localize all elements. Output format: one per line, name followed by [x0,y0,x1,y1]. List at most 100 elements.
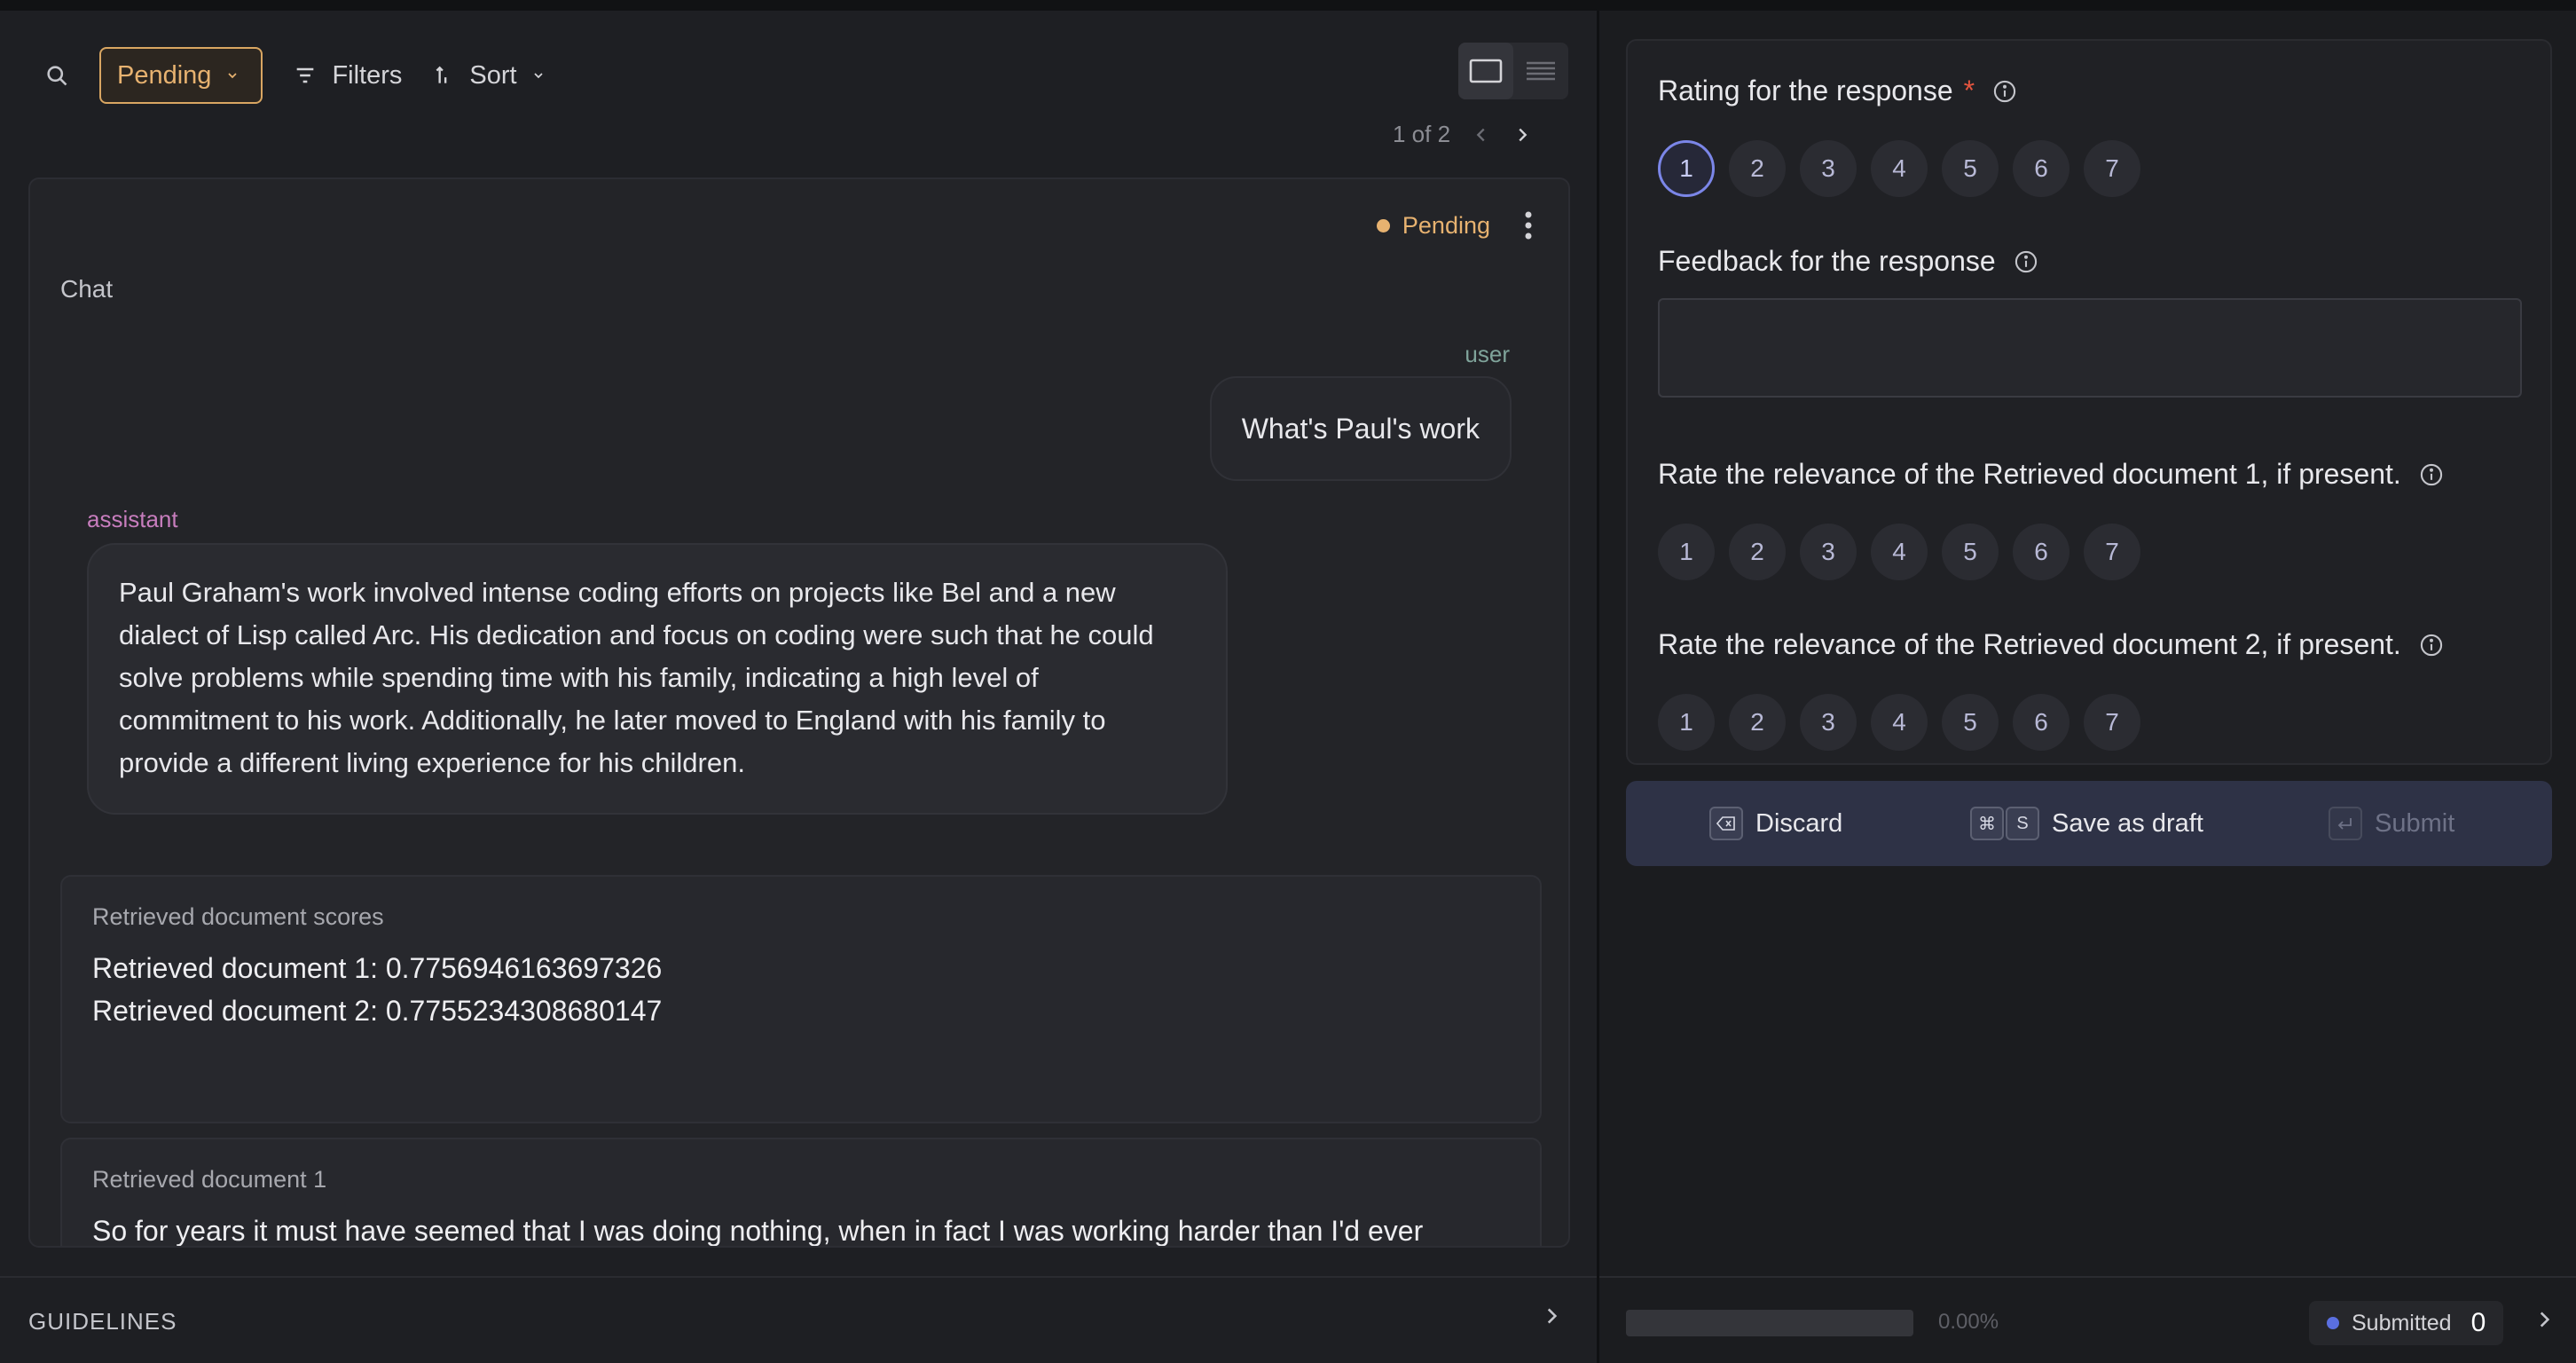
doc1-rating-option-2[interactable]: 2 [1729,524,1786,580]
discard-label: Discard [1755,808,1843,838]
info-icon[interactable] [1992,79,2017,104]
doc2-rating-option-2[interactable]: 2 [1729,694,1786,751]
doc1-rating-option-1[interactable]: 1 [1658,524,1715,580]
rating-option-4[interactable]: 4 [1871,140,1928,197]
user-message-text: What's Paul's work [1241,412,1480,445]
record-status-badge: Pending [1376,211,1533,240]
focus-view-button[interactable] [1458,43,1513,99]
submitted-dot [2327,1317,2339,1329]
s-key: S [2006,807,2039,840]
search-button[interactable] [28,47,85,104]
doc2-rating-option-3[interactable]: 3 [1800,694,1857,751]
info-icon[interactable] [2419,633,2444,658]
status-filter-label: Pending [117,60,212,90]
command-key: ⌘ [1970,807,2004,840]
save-draft-label: Save as draft [2052,808,2203,838]
question-rating-label: Rating for the response [1658,75,1953,106]
feedback-textarea[interactable] [1658,298,2522,398]
assistant-message-bubble: Paul Graham's work involved intense codi… [87,543,1228,815]
document-1-title: Retrieved document 1 [92,1166,327,1193]
annotation-form: Rating for the response * 1 2 3 4 5 6 7 … [1626,39,2552,765]
submit-button[interactable]: Submit [2329,807,2454,840]
chevron-right-icon[interactable] [1512,125,1532,145]
doc1-rating-option-6[interactable]: 6 [2013,524,2069,580]
question-doc2-label: Rate the relevance of the Retrieved docu… [1658,628,2401,660]
rating-option-1[interactable]: 1 [1658,140,1715,197]
assistant-role-label: assistant [87,506,178,532]
question-feedback-label: Feedback for the response [1658,245,1996,277]
doc1-rating-option-3[interactable]: 3 [1800,524,1857,580]
single-card-icon [1469,59,1503,83]
progress-bar-footer: 0.00% Submitted 0 [1599,1276,2576,1363]
rating-options: 1 2 3 4 5 6 7 [1658,140,2140,197]
score-line-1: Retrieved document 1: 0.7756946163697326 [92,952,663,984]
records-toolbar: Pending Filters Sort [28,43,546,108]
doc1-rating-option-5[interactable]: 5 [1942,524,1999,580]
chevron-left-icon[interactable] [1472,125,1491,145]
scores-panel-title: Retrieved document scores [92,903,384,930]
submitted-count: 0 [2470,1308,2486,1337]
doc2-rating-option-5[interactable]: 5 [1942,694,1999,751]
doc2-rating-option-4[interactable]: 4 [1871,694,1928,751]
score-line-2: Retrieved document 2: 0.7755234308680147 [92,995,663,1027]
save-draft-button[interactable]: ⌘ S Save as draft [1970,807,2203,840]
doc2-rating-option-1[interactable]: 1 [1658,694,1715,751]
question-doc2-relevance: Rate the relevance of the Retrieved docu… [1658,628,2444,661]
submit-label: Submit [2375,808,2455,838]
view-mode-toggle [1458,43,1568,99]
form-actions-bar: Discard ⌘ S Save as draft Submit [1626,781,2552,866]
progress-percent: 0.00% [1938,1310,1999,1334]
record-card: Pending Chat user What's Paul's work ass… [28,177,1570,1248]
rating-option-7[interactable]: 7 [2084,140,2140,197]
discard-button[interactable]: Discard [1709,807,1842,840]
doc1-rating-option-7[interactable]: 7 [2084,524,2140,580]
submitted-counter[interactable]: Submitted 0 [2309,1301,2504,1345]
user-message-bubble: What's Paul's work [1209,376,1512,481]
sort-label: Sort [469,60,517,90]
doc2-rating-option-7[interactable]: 7 [2084,694,2140,751]
bulk-view-button[interactable] [1513,43,1568,99]
progress-track [1626,1310,1913,1336]
question-rating: Rating for the response * [1658,75,2017,107]
chevron-down-icon [533,73,543,79]
question-doc1-relevance: Rate the relevance of the Retrieved docu… [1658,458,2444,491]
more-options-icon[interactable] [1524,211,1533,240]
sort-button[interactable]: Sort [432,61,545,91]
info-icon[interactable] [2419,462,2444,487]
chevron-right-icon [1547,1308,1558,1324]
question-feedback: Feedback for the response [1658,245,2038,278]
rating-option-2[interactable]: 2 [1729,140,1786,197]
pagination: 1 of 2 [1393,121,1532,148]
question-doc1-label: Rate the relevance of the Retrieved docu… [1658,458,2401,490]
window-top-bar [0,0,2576,11]
search-icon [47,66,67,86]
filters-label: Filters [332,60,403,90]
filter-icon [297,67,314,83]
list-icon [1527,61,1555,81]
filters-button[interactable]: Filters [293,61,402,91]
doc2-rating-options: 1 2 3 4 5 6 7 [1658,694,2140,751]
guidelines-bar[interactable]: GUIDELINES [0,1276,1597,1363]
rating-option-6[interactable]: 6 [2013,140,2069,197]
retrieved-document-1-panel: Retrieved document 1 So for years it mus… [60,1138,1542,1246]
status-dot [1376,218,1390,232]
record-pane: Pending Filters Sort 1 of 2 Pending Chat… [0,11,1598,1276]
status-filter-dropdown[interactable]: Pending [99,47,263,104]
backspace-key-icon [1709,807,1743,840]
sort-icon [436,66,447,83]
submitted-label: Submitted [2352,1310,2452,1335]
enter-key-icon [2329,807,2362,840]
chevron-right-icon[interactable] [2533,1308,2556,1331]
pagination-text: 1 of 2 [1393,121,1451,147]
chevron-down-icon [228,73,238,79]
assistant-message-text: Paul Graham's work involved intense codi… [119,577,1154,778]
info-icon[interactable] [2014,249,2038,274]
doc1-rating-option-4[interactable]: 4 [1871,524,1928,580]
rating-option-5[interactable]: 5 [1942,140,1999,197]
doc2-rating-option-6[interactable]: 6 [2013,694,2069,751]
user-role-label: user [1465,341,1510,367]
required-mark: * [1963,75,1975,106]
retrieved-scores-panel: Retrieved document scores Retrieved docu… [60,875,1542,1123]
guidelines-label: GUIDELINES [28,1308,177,1335]
rating-option-3[interactable]: 3 [1800,140,1857,197]
